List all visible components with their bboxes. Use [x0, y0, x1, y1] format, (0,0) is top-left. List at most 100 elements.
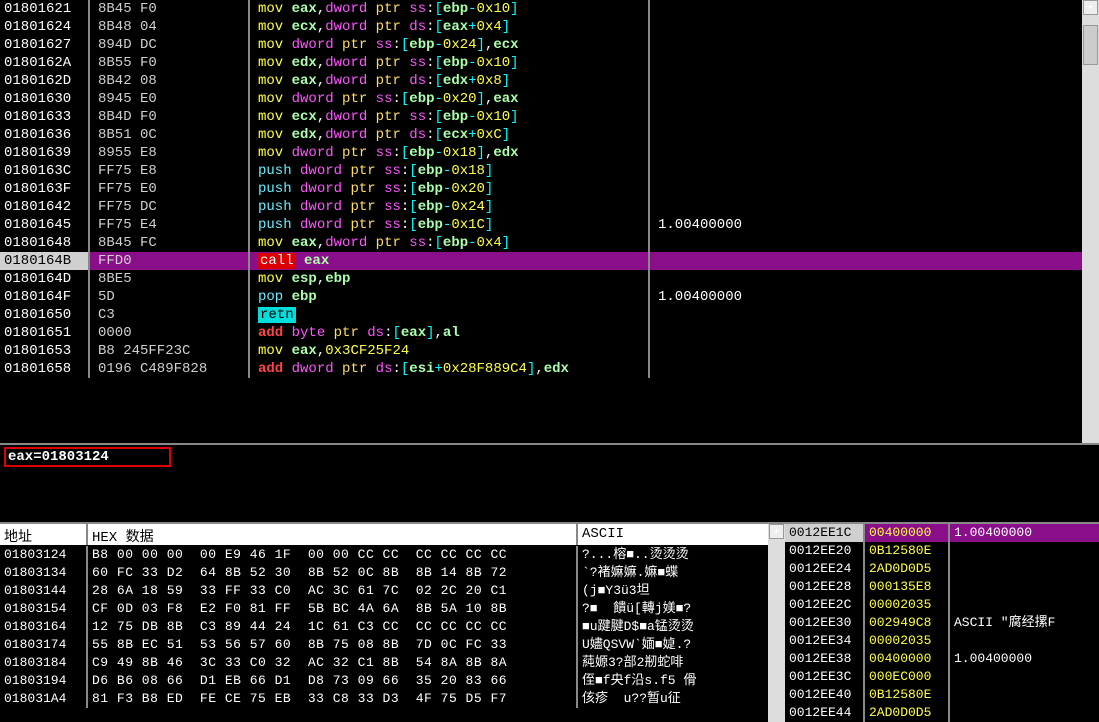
disasm-row[interactable]: 01801627894D DCmov dword ptr ss:[ebp-0x2…	[0, 36, 1099, 54]
disasm-row[interactable]: 018016580196 C489F828add dword ptr ds:[e…	[0, 360, 1099, 378]
register-info: eax=01803124	[4, 447, 171, 467]
stack-value: 002949C8	[865, 614, 950, 632]
dump-row[interactable]: 01803124B8 00 00 00 00 E9 46 1F 00 00 CC…	[0, 546, 768, 564]
scroll-up-icon[interactable]: ▴	[1083, 0, 1098, 15]
bytes-cell: 8945 E0	[90, 90, 250, 108]
dump-row[interactable]: 01803154CF 0D 03 F8 E2 F0 81 FF 5B BC 4A…	[0, 600, 768, 618]
bytes-cell: 894D DC	[90, 36, 250, 54]
stack-row[interactable]: 0012EE3C000EC000	[785, 668, 1099, 686]
stack-value: 2AD0D0D5	[865, 560, 950, 578]
stack-comment: 1.00400000	[950, 524, 1099, 542]
stack-value: 00002035	[865, 596, 950, 614]
stack-comment	[950, 704, 1099, 722]
disasm-cell: retn	[250, 306, 650, 324]
addr-cell: 01801650	[0, 306, 90, 324]
stack-addr: 0012EE44	[785, 704, 865, 722]
disasm-row[interactable]: 0180162A8B55 F0mov edx,dword ptr ss:[ebp…	[0, 54, 1099, 72]
disasm-row[interactable]: 0180164F5Dpop ebp1.00400000	[0, 288, 1099, 306]
bytes-cell: 8B51 0C	[90, 126, 250, 144]
dump-row[interactable]: 0180313460 FC 33 D2 64 8B 52 30 8B 52 0C…	[0, 564, 768, 582]
scroll-up-icon[interactable]: ▴	[769, 524, 784, 539]
dump-hex: 12 75 DB 8B C3 89 44 24 1C 61 C3 CC CC C…	[88, 618, 578, 636]
addr-cell: 01801630	[0, 90, 90, 108]
stack-row[interactable]: 0012EE442AD0D0D5	[785, 704, 1099, 722]
disasm-row[interactable]: 01801642FF75 DCpush dword ptr ss:[ebp-0x…	[0, 198, 1099, 216]
dump-row[interactable]: 0180316412 75 DB 8B C3 89 44 24 1C 61 C3…	[0, 618, 768, 636]
disasm-cell: call eax	[250, 252, 650, 270]
addr-cell: 0180164F	[0, 288, 90, 306]
disasm-scrollbar[interactable]: ▴	[1082, 0, 1099, 443]
disasm-row[interactable]: 018016218B45 F0mov eax,dword ptr ss:[ebp…	[0, 0, 1099, 18]
addr-cell: 0180164D	[0, 270, 90, 288]
stack-row[interactable]: 0012EE242AD0D0D5	[785, 560, 1099, 578]
stack-value: 000EC000	[865, 668, 950, 686]
comment-cell	[650, 360, 1099, 378]
disasm-row[interactable]: 0180163FFF75 E0push dword ptr ss:[ebp-0x…	[0, 180, 1099, 198]
disasm-row[interactable]: 018016398955 E8mov dword ptr ss:[ebp-0x1…	[0, 144, 1099, 162]
dump-row[interactable]: 01803184C9 49 8B 46 3C 33 C0 32 AC 32 C1…	[0, 654, 768, 672]
bytes-cell: 8955 E8	[90, 144, 250, 162]
disasm-row[interactable]: 0180164BFFD0call eax	[0, 252, 1099, 270]
addr-cell: 01801627	[0, 36, 90, 54]
dump-addr: 01803184	[0, 654, 88, 672]
comment-cell	[650, 342, 1099, 360]
bytes-cell: 8B48 04	[90, 18, 250, 36]
disasm-cell: push dword ptr ss:[ebp-0x18]	[250, 162, 650, 180]
disasm-row[interactable]: 0180162D8B42 08mov eax,dword ptr ds:[edx…	[0, 72, 1099, 90]
dump-ascii: `?褚嫲嫲.嫲■蝶	[578, 564, 768, 582]
disasm-row[interactable]: 01801650C3retn	[0, 306, 1099, 324]
comment-cell	[650, 90, 1099, 108]
dump-header-addr: 地址	[0, 524, 88, 545]
stack-value: 0B12580E	[865, 542, 950, 560]
dump-row[interactable]: 0180317455 8B EC 51 53 56 57 60 8B 75 08…	[0, 636, 768, 654]
stack-row[interactable]: 0012EE1C004000001.00400000	[785, 524, 1099, 542]
comment-cell	[650, 162, 1099, 180]
disasm-row[interactable]: 018016248B48 04mov ecx,dword ptr ds:[eax…	[0, 18, 1099, 36]
disasm-cell: pop ebp	[250, 288, 650, 306]
comment-cell	[650, 0, 1099, 18]
stack-row[interactable]: 0012EE200B12580E	[785, 542, 1099, 560]
dump-ascii: ?...榕■..烫烫烫	[578, 546, 768, 564]
bytes-cell: C3	[90, 306, 250, 324]
stack-row[interactable]: 0012EE38004000001.00400000	[785, 650, 1099, 668]
disasm-cell: mov dword ptr ss:[ebp-0x24],ecx	[250, 36, 650, 54]
stack-row[interactable]: 0012EE3400002035	[785, 632, 1099, 650]
dump-addr: 01803134	[0, 564, 88, 582]
bytes-cell: 0196 C489F828	[90, 360, 250, 378]
stack-row[interactable]: 0012EE400B12580E	[785, 686, 1099, 704]
dump-hex: C9 49 8B 46 3C 33 C0 32 AC 32 C1 8B 54 8…	[88, 654, 578, 672]
comment-cell	[650, 36, 1099, 54]
dump-row[interactable]: 01803194D6 B6 08 66 D1 EB 66 D1 D8 73 09…	[0, 672, 768, 690]
comment-cell	[650, 108, 1099, 126]
dump-addr: 01803194	[0, 672, 88, 690]
dump-row[interactable]: 018031A481 F3 B8 ED FE CE 75 EB 33 C8 33…	[0, 690, 768, 708]
disasm-row[interactable]: 0180163CFF75 E8push dword ptr ss:[ebp-0x…	[0, 162, 1099, 180]
hex-dump-panel[interactable]: 地址 HEX 数据 ASCII 01803124B8 00 00 00 00 E…	[0, 524, 768, 722]
disasm-row[interactable]: 018016510000add byte ptr ds:[eax],al	[0, 324, 1099, 342]
bytes-cell: 5D	[90, 288, 250, 306]
disasm-row[interactable]: 01801645FF75 E4push dword ptr ss:[ebp-0x…	[0, 216, 1099, 234]
disasm-row[interactable]: 018016488B45 FCmov eax,dword ptr ss:[ebp…	[0, 234, 1099, 252]
disasm-row[interactable]: 018016368B51 0Cmov edx,dword ptr ds:[ecx…	[0, 126, 1099, 144]
comment-cell	[650, 18, 1099, 36]
dump-scrollbar[interactable]: ▴	[768, 524, 785, 722]
stack-row[interactable]: 0012EE30002949C8ASCII "腐经摞F	[785, 614, 1099, 632]
dump-ascii: ?■ 饋ü[轉j媄■?	[578, 600, 768, 618]
stack-row[interactable]: 0012EE28000135E8	[785, 578, 1099, 596]
disasm-cell: mov eax,0x3CF25F24	[250, 342, 650, 360]
addr-cell: 01801642	[0, 198, 90, 216]
stack-addr: 0012EE34	[785, 632, 865, 650]
disasm-row[interactable]: 0180164D8BE5mov esp,ebp	[0, 270, 1099, 288]
stack-panel[interactable]: 0012EE1C004000001.004000000012EE200B1258…	[785, 524, 1099, 722]
dump-row[interactable]: 0180314428 6A 18 59 33 FF 33 C0 AC 3C 61…	[0, 582, 768, 600]
scroll-thumb[interactable]	[1083, 25, 1098, 65]
stack-addr: 0012EE3C	[785, 668, 865, 686]
dump-hex: 81 F3 B8 ED FE CE 75 EB 33 C8 33 D3 4F 7…	[88, 690, 578, 708]
disasm-row[interactable]: 018016338B4D F0mov ecx,dword ptr ss:[ebp…	[0, 108, 1099, 126]
disasm-row[interactable]: 01801653B8 245FF23Cmov eax,0x3CF25F24	[0, 342, 1099, 360]
stack-row[interactable]: 0012EE2C00002035	[785, 596, 1099, 614]
disasm-row[interactable]: 018016308945 E0mov dword ptr ss:[ebp-0x2…	[0, 90, 1099, 108]
dump-ascii: 蒓嫄3?部2剏蛇啡	[578, 654, 768, 672]
bytes-cell: B8 245FF23C	[90, 342, 250, 360]
disassembly-panel[interactable]: 018016218B45 F0mov eax,dword ptr ss:[ebp…	[0, 0, 1099, 443]
